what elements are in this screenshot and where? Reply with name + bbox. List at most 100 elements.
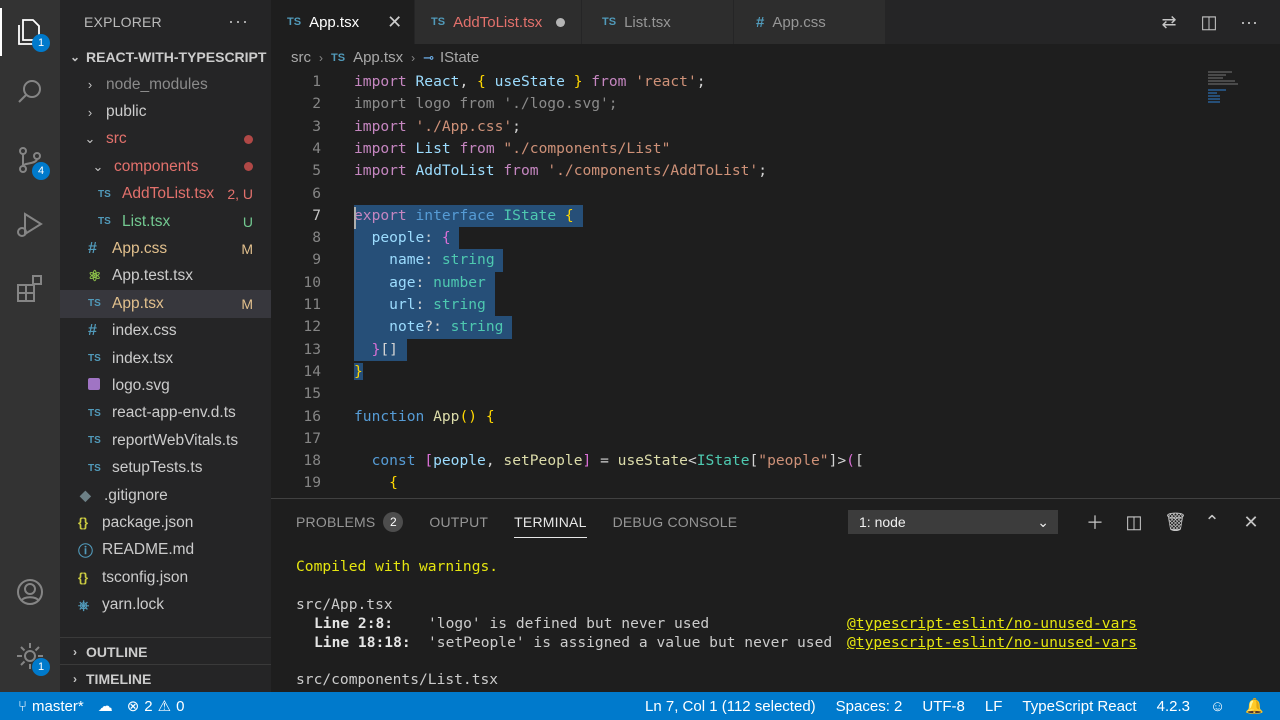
tree-item-report-web-vitals[interactable]: TS reportWebVitals.ts	[60, 427, 271, 454]
tree-item-tsconfig[interactable]: {} tsconfig.json	[60, 564, 271, 591]
trash-icon[interactable]: 🗑	[1164, 512, 1187, 533]
tab-app-tsx[interactable]: TS App.tsx ✕	[271, 0, 415, 44]
code-line: 10 age: number	[271, 271, 1201, 294]
git-branch-icon: ⑂	[18, 697, 28, 715]
split-editor-icon[interactable]: ◫	[1198, 11, 1220, 33]
typescript-icon: TS	[88, 407, 101, 419]
tab-label: OUTPUT	[429, 513, 489, 530]
tab-label: TERMINAL	[514, 513, 587, 530]
line-number: 17	[303, 429, 321, 447]
indentation[interactable]: Spaces: 2	[836, 698, 903, 715]
branch-indicator[interactable]: ⑂ master*	[18, 698, 84, 715]
tree-item-components[interactable]: ⌄ components	[60, 153, 271, 180]
tab-terminal[interactable]: TERMINAL	[514, 499, 587, 544]
error-count: 2	[144, 697, 153, 715]
tab-list-tsx[interactable]: TS List.tsx	[582, 0, 734, 44]
eslint-rule-link[interactable]: @typescript-eslint/no-unused-vars	[847, 633, 1137, 652]
bottom-panel: PROBLEMS 2 OUTPUT TERMINAL DEBUG CONSOLE…	[271, 498, 1280, 692]
terminal-select[interactable]: 1: node ⌄	[848, 510, 1058, 534]
tree-item-addtolist[interactable]: TS AddToList.tsx 2, U	[60, 181, 271, 208]
tab-output[interactable]: OUTPUT	[429, 499, 488, 544]
typescript-version[interactable]: 4.2.3	[1157, 698, 1190, 715]
editor-actions: ⇄ ◫ ···	[1158, 0, 1280, 44]
error-icon: ⊗	[126, 698, 140, 715]
warning-location: Line 2:8:	[314, 615, 394, 632]
explorer-icon[interactable]: 1	[0, 2, 60, 62]
tree-item-logo-svg[interactable]: logo.svg	[60, 372, 271, 399]
tab-problems[interactable]: PROBLEMS 2	[296, 499, 404, 544]
search-icon[interactable]	[0, 62, 60, 122]
end-of-line[interactable]: LF	[985, 698, 1003, 715]
tree-item-react-app-env[interactable]: TS react-app-env.d.ts	[60, 400, 271, 427]
more-actions-icon[interactable]: ···	[228, 11, 249, 32]
breadcrumb-symbol[interactable]: IState	[440, 49, 479, 66]
tree-item-app-tsx[interactable]: TS App.tsx M	[60, 290, 271, 318]
code-line: 19 {	[271, 472, 1201, 494]
open-changes-icon[interactable]: ⇄	[1158, 11, 1180, 33]
problems-indicator[interactable]: ⊗ 2 ⚠ 0	[126, 697, 185, 716]
tab-app-css[interactable]: # App.css	[734, 0, 886, 44]
feedback-icon[interactable]: ☺	[1210, 698, 1225, 715]
notifications-bell-icon[interactable]: 🔔	[1245, 697, 1264, 715]
account-icon[interactable]	[0, 562, 60, 622]
tree-item-app-test[interactable]: ⚛ App.test.tsx	[60, 263, 271, 290]
timeline-section[interactable]: › TIMELINE	[60, 664, 271, 693]
warning-message: 'logo' is defined but never used	[428, 615, 710, 632]
eslint-rule-link[interactable]: @typescript-eslint/no-unused-vars	[847, 614, 1137, 633]
line-number: 7	[312, 206, 321, 224]
warning-count: 0	[176, 697, 185, 715]
close-icon[interactable]: ✕	[387, 12, 402, 33]
explorer-header: EXPLORER ···	[60, 0, 271, 43]
settings-badge: 1	[32, 658, 50, 676]
line-number: 5	[312, 162, 321, 180]
line-number: 2	[312, 95, 321, 113]
chevron-right-icon: ›	[87, 77, 93, 93]
maximize-panel-icon[interactable]: ⌃	[1203, 512, 1221, 533]
root-folder-label: REACT-WITH-TYPESCRIPT	[86, 49, 267, 65]
tree-item-label: yarn.lock	[102, 596, 165, 614]
settings-gear-icon[interactable]: 1	[0, 626, 60, 686]
tree-item-app-css[interactable]: # App.css M	[60, 235, 271, 262]
tree-item-gitignore[interactable]: ◆ .gitignore	[60, 482, 271, 509]
tree-item-yarn-lock[interactable]: ⎈ yarn.lock	[60, 591, 271, 618]
source-control-icon[interactable]: 4	[0, 130, 60, 190]
tree-item-index-css[interactable]: # index.css	[60, 318, 271, 345]
line-number: 1	[312, 73, 321, 90]
outline-label: OUTLINE	[86, 644, 148, 660]
tree-item-list[interactable]: TS List.tsx U	[60, 208, 271, 235]
encoding[interactable]: UTF-8	[922, 698, 965, 715]
code-line: 2 import logo from './logo.svg';	[271, 93, 1201, 115]
tree-item-node-modules[interactable]: › node_modules	[60, 71, 271, 98]
tab-debug-console[interactable]: DEBUG CONSOLE	[613, 499, 738, 544]
typescript-icon: TS	[88, 353, 101, 365]
chevron-right-icon: ›	[87, 104, 93, 120]
breadcrumb-folder[interactable]: src	[291, 49, 311, 66]
chevron-right-icon: ›	[319, 50, 323, 65]
branch-name: master*	[32, 697, 84, 715]
tree-item-public[interactable]: › public	[60, 98, 271, 125]
tree-item-package-json[interactable]: {} package.json	[60, 509, 271, 536]
sync-icon[interactable]: ☁	[98, 697, 113, 715]
split-terminal-icon[interactable]: ◫	[1125, 512, 1143, 533]
extensions-icon[interactable]	[0, 258, 60, 318]
tree-item-index-tsx[interactable]: TS index.tsx	[60, 345, 271, 372]
outline-section[interactable]: › OUTLINE	[60, 637, 271, 666]
language-mode[interactable]: TypeScript React	[1022, 698, 1136, 715]
minimap[interactable]	[1208, 71, 1268, 131]
code-line: 7 export interface IState {	[271, 204, 1201, 228]
more-actions-icon[interactable]: ···	[1238, 11, 1260, 33]
code-editor[interactable]: 1 import React, { useState } from 'react'…	[271, 71, 1280, 498]
tab-addtolist[interactable]: TS AddToList.tsx	[415, 0, 582, 44]
tree-item-src[interactable]: ⌄ src	[60, 126, 271, 153]
chevron-down-icon: ⌄	[92, 158, 104, 174]
root-folder-header[interactable]: ⌄ REACT-WITH-TYPESCRIPT	[60, 43, 271, 71]
cursor-position[interactable]: Ln 7, Col 1 (112 selected)	[645, 698, 816, 715]
new-terminal-icon[interactable]: ＋	[1086, 509, 1104, 535]
tree-item-label: .gitignore	[104, 486, 168, 504]
close-panel-icon[interactable]: ✕	[1242, 512, 1260, 533]
tree-item-setup-tests[interactable]: TS setupTests.ts	[60, 454, 271, 481]
tree-item-readme[interactable]: ⓘ README.md	[60, 537, 271, 564]
run-debug-icon[interactable]	[0, 194, 60, 254]
breadcrumb: src › TS App.tsx › ⊸ IState	[271, 44, 1280, 71]
breadcrumb-file[interactable]: App.tsx	[353, 49, 403, 66]
